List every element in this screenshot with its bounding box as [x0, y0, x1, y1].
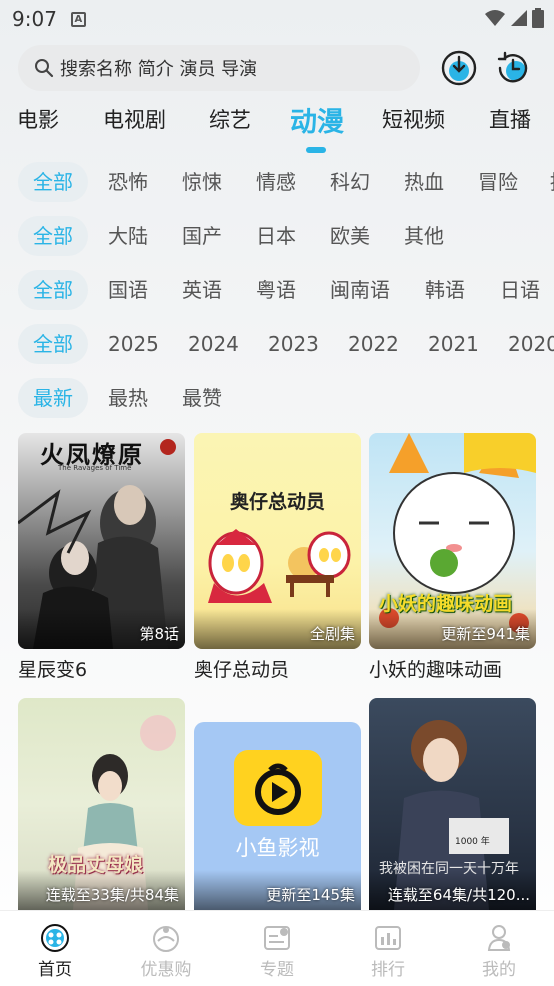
episode-caption: 连载至64集/共120... [387, 886, 530, 904]
tab-anime[interactable]: 动漫 [290, 100, 344, 139]
chip-language[interactable]: 国语 [108, 270, 148, 310]
filter-year: 全部 2025 2024 2023 2022 2021 2020 [0, 324, 554, 364]
chip-region-all[interactable]: 全部 [18, 216, 88, 256]
nav-home[interactable]: 首页 [15, 923, 95, 980]
chip-genre[interactable]: 热血 [404, 162, 444, 202]
chip-language-all[interactable]: 全部 [18, 270, 88, 310]
nav-discount[interactable]: 优惠购 [126, 923, 206, 980]
notification-icon: A [70, 11, 86, 27]
chip-year[interactable]: 2021 [428, 324, 479, 364]
chip-region[interactable]: 日本 [256, 216, 296, 256]
download-icon[interactable] [440, 49, 478, 87]
filter-sort: 最新 最热 最赞 [0, 378, 554, 418]
nav-topic[interactable]: 专题 [237, 923, 317, 980]
tab-tv-series[interactable]: 电视剧 [103, 104, 166, 134]
poster-image[interactable]: 小妖的趣味动画 更新至941集 [369, 433, 536, 649]
chip-year[interactable]: 2023 [268, 324, 319, 364]
card-title[interactable]: 奥仔总动员 [194, 655, 361, 682]
chip-genre-all[interactable]: 全部 [18, 162, 88, 202]
discount-icon [153, 926, 179, 952]
chip-year[interactable]: 2022 [348, 324, 399, 364]
poster-image[interactable]: 1000 年 我被困在同一天十万年 连载至64集/共120... [369, 698, 536, 910]
chip-year[interactable]: 2020 [508, 324, 554, 364]
chip-genre[interactable]: 科幻 [330, 162, 370, 202]
nav-ranking[interactable]: 排行 [348, 923, 428, 980]
nav-label: 优惠购 [140, 960, 192, 980]
bottom-nav: 首页 优惠购 专题 排行 我的 [0, 910, 554, 986]
video-card[interactable]: 1000 年 我被困在同一天十万年 连载至64集/共120... [369, 698, 536, 910]
episode-caption: 全剧集 [309, 625, 355, 643]
chip-year[interactable]: 2024 [188, 324, 239, 364]
card-title[interactable]: 星辰变6 [18, 655, 185, 682]
nav-label: 我的 [482, 960, 516, 980]
poster-title-text: 小鱼影视 [235, 836, 320, 860]
poster-subtitle-text: 1000 年 [455, 837, 490, 847]
chip-genre[interactable]: 冒险 [478, 162, 518, 202]
nav-label: 专题 [260, 960, 294, 980]
poster-subtitle-text: The Ravages of Time [58, 464, 132, 472]
chip-region[interactable]: 欧美 [330, 216, 370, 256]
fruit-logo-icon [234, 750, 322, 826]
search-row: 搜索名称 简介 演员 导演 [18, 45, 538, 91]
poster-image[interactable]: 极品丈母娘 连载至33集/共84集 [18, 698, 185, 910]
history-icon[interactable] [494, 49, 532, 87]
chip-language[interactable]: 日语 [500, 270, 540, 310]
wifi-icon [485, 10, 505, 26]
chip-language[interactable]: 韩语 [425, 270, 465, 310]
search-placeholder: 搜索名称 简介 演员 导演 [60, 59, 258, 80]
chip-language[interactable]: 英语 [182, 270, 222, 310]
video-card[interactable]: 奥仔总动员 全剧集 奥仔总动员 [194, 433, 361, 682]
chip-genre[interactable]: 情感 [256, 162, 296, 202]
episode-caption: 第8话 [139, 625, 179, 643]
tab-variety[interactable]: 综艺 [209, 104, 251, 134]
filter-genre: 全部 恐怖 惊悚 情感 科幻 热血 冒险 搞 [0, 162, 554, 202]
video-card[interactable]: 小鱼影视 更新至145集 [194, 722, 361, 910]
tab-live[interactable]: 直播 [489, 104, 531, 134]
chip-region[interactable]: 其他 [404, 216, 444, 256]
topic-icon [264, 926, 290, 950]
chip-genre[interactable]: 惊悚 [182, 162, 222, 202]
search-input[interactable]: 搜索名称 简介 演员 导演 [18, 45, 420, 91]
chip-genre[interactable]: 恐怖 [108, 162, 148, 202]
search-icon [35, 59, 54, 78]
video-card[interactable]: 极品丈母娘 连载至33集/共84集 [18, 698, 185, 910]
chip-sort-latest[interactable]: 最新 [18, 378, 88, 418]
chip-language[interactable]: 闽南语 [330, 270, 390, 310]
nav-label: 首页 [38, 960, 72, 980]
chip-region[interactable]: 大陆 [108, 216, 148, 256]
chip-year[interactable]: 2025 [108, 324, 159, 364]
chip-sort[interactable]: 最热 [108, 378, 148, 418]
battery-icon [532, 8, 544, 28]
episode-caption: 更新至941集 [441, 625, 530, 643]
category-tabs: 电影 电视剧 综艺 动漫 短视频 直播 [0, 104, 554, 152]
poster-image[interactable]: 火凤燎原 The Ravages of Time 第8话 [18, 433, 185, 649]
signal-icon [511, 10, 527, 26]
poster-image[interactable]: 小鱼影视 更新至145集 [194, 722, 361, 910]
nav-profile[interactable]: 我的 [459, 923, 539, 980]
video-card[interactable]: 小妖的趣味动画 更新至941集 小妖的趣味动画 [369, 433, 536, 682]
chip-genre[interactable]: 搞 [550, 162, 554, 202]
active-tab-indicator [306, 147, 326, 153]
chip-language[interactable]: 粤语 [256, 270, 296, 310]
tab-movie[interactable]: 电影 [17, 104, 59, 134]
status-bar: 9:07 A [0, 0, 554, 38]
status-icons [484, 8, 544, 28]
chip-year-all[interactable]: 全部 [18, 324, 88, 364]
filter-region: 全部 大陆 国产 日本 欧美 其他 [0, 216, 554, 256]
poster-image[interactable]: 奥仔总动员 全剧集 [194, 433, 361, 649]
home-icon [41, 924, 69, 952]
chip-sort[interactable]: 最赞 [182, 378, 222, 418]
nav-label: 排行 [371, 960, 405, 980]
profile-icon [487, 925, 511, 951]
tab-short-video[interactable]: 短视频 [382, 104, 445, 134]
episode-caption: 连载至33集/共84集 [45, 886, 179, 904]
episode-caption: 更新至145集 [266, 886, 355, 904]
ranking-icon [375, 926, 401, 950]
chip-region[interactable]: 国产 [182, 216, 222, 256]
status-time: 9:07 [12, 7, 57, 31]
video-card[interactable]: 火凤燎原 The Ravages of Time 第8话 星辰变6 [18, 433, 185, 682]
card-title[interactable]: 小妖的趣味动画 [369, 655, 536, 682]
filter-language: 全部 国语 英语 粤语 闽南语 韩语 日语 [0, 270, 554, 310]
